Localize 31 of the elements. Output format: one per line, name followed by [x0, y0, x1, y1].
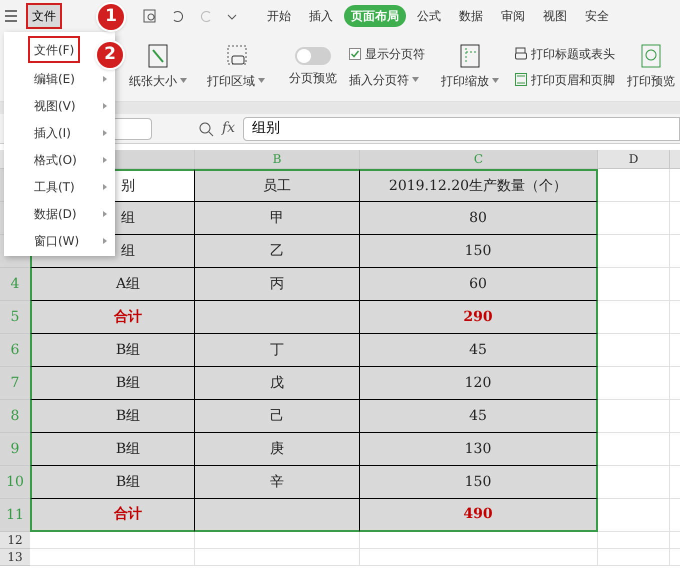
table-cell: 乙: [195, 235, 360, 268]
table-cell: 2019.12.20生产数量（个）: [360, 169, 598, 202]
table-cell: 辛: [195, 466, 360, 499]
table-cell: 150: [360, 235, 598, 268]
table-cell: 庚: [195, 433, 360, 466]
toggle-label: 分页预览: [289, 70, 337, 86]
table-cell: 120: [360, 367, 598, 400]
table-cell: 490: [360, 499, 598, 532]
table-cell: 45: [360, 334, 598, 367]
checkbox-label: 显示分页符: [365, 46, 425, 62]
table-cell: 合计: [30, 301, 195, 334]
table-cell: 合计: [30, 499, 195, 532]
table-cell: B组: [30, 367, 195, 400]
table-cell: B组: [30, 334, 195, 367]
table-cell: 员工: [195, 169, 360, 202]
table-cell: B组: [30, 400, 195, 433]
table-cell: 80: [360, 202, 598, 235]
table-cell: 己: [195, 400, 360, 433]
table-cell: 戊: [195, 367, 360, 400]
table-cell: 290: [360, 301, 598, 334]
fx-label: fx: [222, 119, 236, 138]
table-cell: 丁: [195, 334, 360, 367]
table-cell: 60: [360, 268, 598, 301]
table-cell: 150: [360, 466, 598, 499]
table-cell: 45: [360, 400, 598, 433]
table-cell: A组: [30, 268, 195, 301]
table-cell: 丙: [195, 268, 360, 301]
table-cell: 130: [360, 433, 598, 466]
table-cell: B组: [30, 433, 195, 466]
table-cell: B组: [30, 466, 195, 499]
table-cell: 甲: [195, 202, 360, 235]
